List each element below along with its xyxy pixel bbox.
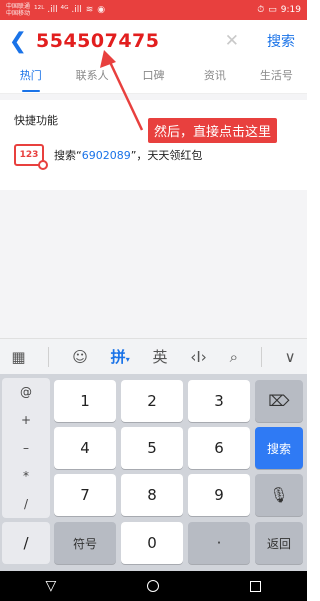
key-3[interactable]: 3: [188, 380, 250, 422]
alarm-icon: ⏱: [257, 5, 265, 15]
quick-functions-title: 快捷功能: [14, 114, 58, 127]
key-5[interactable]: 5: [121, 427, 183, 469]
status-time: 9:19: [280, 5, 301, 15]
numeric-keyboard: @ + – * / 1 2 3 ⌦ 4 5 6 搜索 7 8 9 🎙 符号 0 …: [0, 374, 307, 571]
tab-news[interactable]: 资讯: [184, 62, 245, 93]
key-dot[interactable]: ·: [188, 522, 250, 564]
search-input-container: ✕: [36, 20, 255, 62]
status-bar: 中国联通 中国移动 ¹²ᴸ .ill ⁴ᴳ .ill ≋ ◉ ⏱ ▭ 9:19: [0, 0, 307, 20]
nav-back-icon[interactable]: ▽: [46, 578, 57, 594]
notification-icon: ◉: [97, 5, 106, 15]
annotation-label: 然后，直接点击这里: [148, 118, 278, 143]
cursor-icon[interactable]: ‹I›: [190, 348, 206, 366]
tab-hot[interactable]: 热门: [0, 62, 61, 93]
quick-search-code-item[interactable]: 123 搜索“6902089”，天天领红包: [14, 144, 203, 170]
empty-content-area: [0, 190, 307, 338]
microphone-icon: 🎙: [269, 486, 289, 504]
system-nav-bar: ▽: [0, 571, 307, 601]
quick-item-code: 6902089: [81, 149, 131, 162]
ime-toolbar: ▦ ☺ 拼▾ 英 ‹I› ⌕ ∨: [0, 338, 307, 374]
search-header: ❮ ✕ 搜索: [0, 20, 307, 62]
tab-bar: 热门 联系人 口碑 资讯 生活号: [0, 62, 307, 94]
backspace-key[interactable]: ⌦: [255, 380, 303, 422]
tab-koubei[interactable]: 口碑: [123, 62, 184, 93]
key-plus[interactable]: +: [21, 413, 31, 427]
key-at[interactable]: @: [20, 385, 32, 399]
search-input[interactable]: [36, 30, 216, 52]
keyboard-search-key[interactable]: 搜索: [255, 427, 303, 469]
nav-recents-icon[interactable]: [250, 580, 262, 592]
search-button[interactable]: 搜索: [255, 31, 307, 51]
key-0[interactable]: 0: [121, 522, 183, 564]
key-slash[interactable]: /: [24, 497, 28, 511]
back-icon[interactable]: ❮: [0, 20, 36, 62]
signal-icon: ¹²ᴸ .ill ⁴ᴳ .ill: [34, 5, 82, 15]
battery-icon: ▭: [268, 5, 277, 15]
clear-icon[interactable]: ✕: [225, 31, 239, 51]
backspace-icon: ⌦: [268, 392, 290, 410]
key-2[interactable]: 2: [121, 380, 183, 422]
voice-key[interactable]: 🎙: [255, 474, 303, 516]
wifi-icon: ≋: [85, 5, 94, 15]
key-6[interactable]: 6: [188, 427, 250, 469]
quick-item-label: 搜索“6902089”，天天领红包: [54, 149, 203, 162]
emoji-icon[interactable]: ☺: [72, 348, 88, 366]
pinyin-mode-button[interactable]: 拼▾: [111, 346, 130, 367]
symbol-column: @ + – * /: [2, 378, 50, 518]
ime-menu-icon[interactable]: ▦: [11, 348, 25, 366]
tab-life[interactable]: 生活号: [246, 62, 307, 93]
key-1[interactable]: 1: [54, 380, 116, 422]
key-star[interactable]: *: [23, 469, 29, 483]
key-minus[interactable]: –: [23, 441, 29, 455]
quick-functions-section: 快捷功能 123 搜索“6902089”，天天领红包: [0, 100, 307, 190]
symbols-key[interactable]: 符号: [54, 522, 116, 564]
slash-key[interactable]: /: [2, 522, 50, 564]
key-4[interactable]: 4: [54, 427, 116, 469]
number-search-icon: 123: [14, 144, 48, 170]
key-9[interactable]: 9: [188, 474, 250, 516]
key-8[interactable]: 8: [121, 474, 183, 516]
return-key[interactable]: 返回: [255, 522, 303, 564]
carrier-label: 中国联通 中国移动: [6, 3, 31, 17]
tab-contacts[interactable]: 联系人: [61, 62, 122, 93]
collapse-keyboard-icon[interactable]: ∨: [285, 348, 296, 366]
search-icon[interactable]: ⌕: [230, 348, 238, 366]
english-mode-button[interactable]: 英: [153, 346, 168, 367]
key-7[interactable]: 7: [54, 474, 116, 516]
nav-home-icon[interactable]: [147, 580, 160, 592]
